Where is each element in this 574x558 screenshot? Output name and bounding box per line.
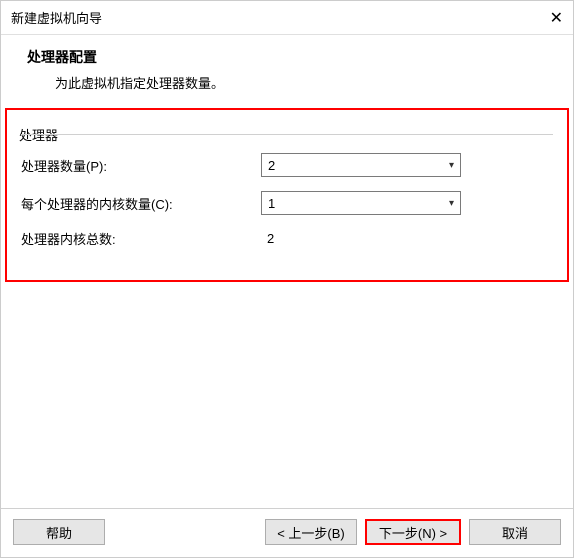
spacer [1,282,573,508]
back-button[interactable]: < 上一步(B) [265,519,357,545]
titlebar: 新建虚拟机向导 ✕ [1,1,573,35]
row-cores-per-processor: 每个处理器的内核数量(C): 1 ▾ [21,191,553,215]
row-total-cores: 处理器内核总数: 2 [21,229,553,248]
help-button[interactable]: 帮助 [13,519,105,545]
cancel-button[interactable]: 取消 [469,519,561,545]
footer: 帮助 < 上一步(B) 下一步(N) > 取消 [1,508,573,557]
select-processor-count[interactable]: 2 ▾ [261,153,461,177]
header-section: 处理器配置 为此虚拟机指定处理器数量。 [1,35,573,108]
label-processor-count: 处理器数量(P): [21,156,261,175]
chevron-down-icon: ▾ [449,198,454,209]
processor-config-group: 处理器 处理器数量(P): 2 ▾ 每个处理器的内核数量(C): 1 ▾ [5,108,569,282]
value-total-cores: 2 [261,231,553,246]
close-icon[interactable]: ✕ [523,8,563,28]
wizard-window: 新建虚拟机向导 ✕ 处理器配置 为此虚拟机指定处理器数量。 处理器 处理器数量(… [0,0,574,558]
page-title: 处理器配置 [27,47,547,67]
label-cores-per-processor: 每个处理器的内核数量(C): [21,194,261,213]
label-total-cores: 处理器内核总数: [21,229,261,248]
select-value: 2 [268,158,275,173]
select-value: 1 [268,196,275,211]
chevron-down-icon: ▾ [449,160,454,171]
page-subtitle: 为此虚拟机指定处理器数量。 [55,73,547,92]
select-cores-per-processor[interactable]: 1 ▾ [261,191,461,215]
next-button[interactable]: 下一步(N) > [365,519,461,545]
fieldset-processors: 处理器 处理器数量(P): 2 ▾ 每个处理器的内核数量(C): 1 ▾ [21,134,553,248]
row-processor-count: 处理器数量(P): 2 ▾ [21,153,553,177]
divider [21,134,553,135]
window-title: 新建虚拟机向导 [11,8,102,27]
